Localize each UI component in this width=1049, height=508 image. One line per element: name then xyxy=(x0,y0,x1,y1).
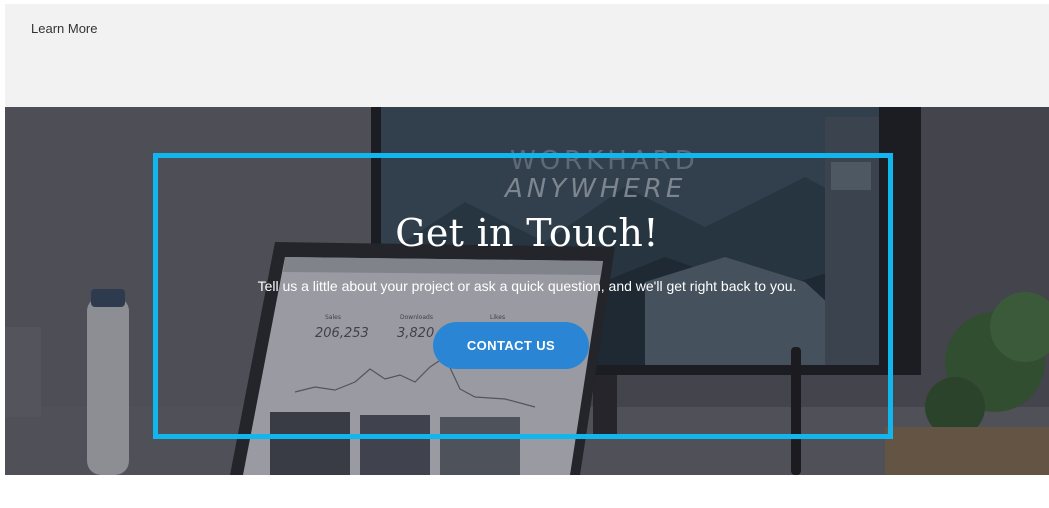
hero-subtitle: Tell us a little about your project or a… xyxy=(257,278,797,294)
learn-more-link[interactable]: Learn More xyxy=(31,21,97,36)
hero-title: Get in Touch! xyxy=(395,211,659,255)
page: Learn More WORKHARD ANYWHERE Sales 206,2… xyxy=(0,0,1049,508)
contact-us-button[interactable]: CONTACT US xyxy=(433,322,589,369)
top-band: Learn More xyxy=(5,4,1049,107)
highlight-box xyxy=(153,153,893,439)
hero-section: WORKHARD ANYWHERE Sales 206,253 Download… xyxy=(5,107,1049,475)
